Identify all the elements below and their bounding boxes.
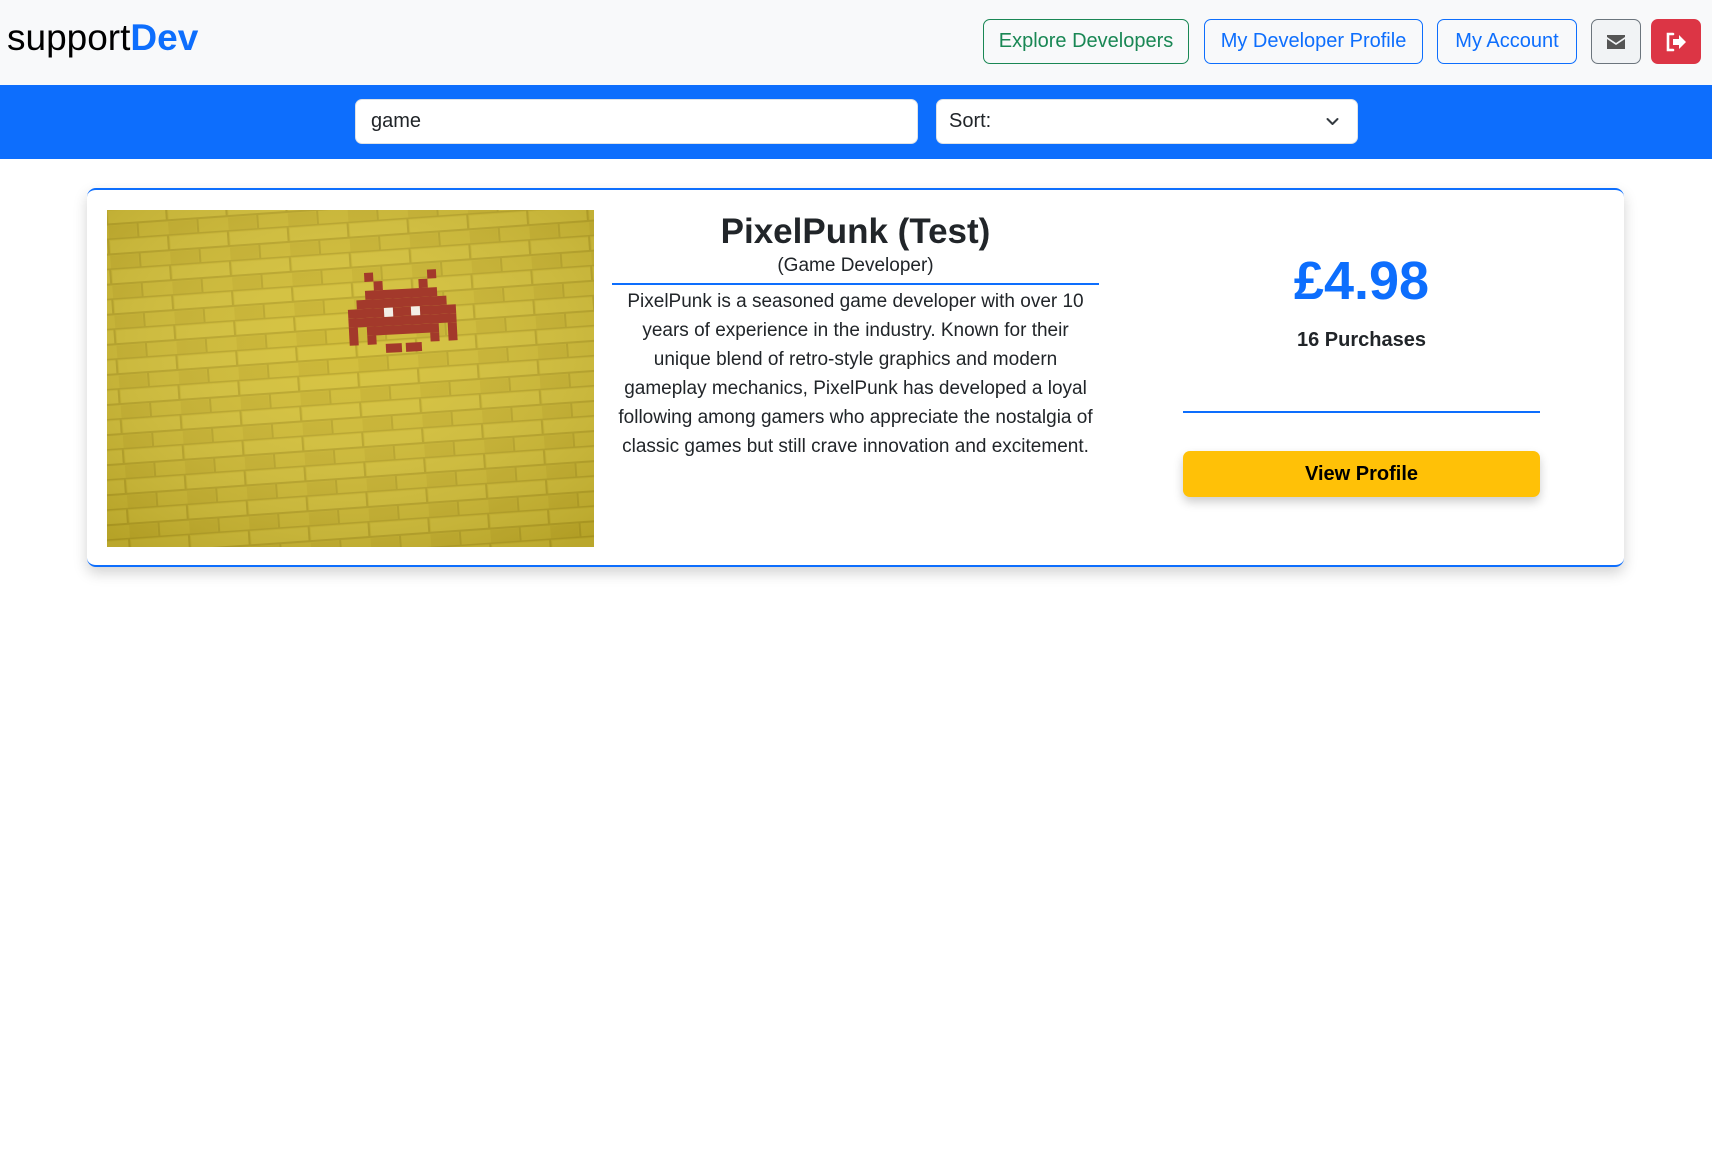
explore-developers-button[interactable]: Explore Developers — [983, 19, 1189, 64]
purchase-count: 16 Purchases — [1297, 329, 1426, 351]
sort-select[interactable]: Sort: — [936, 99, 1358, 144]
chevron-down-icon — [1326, 118, 1339, 125]
view-profile-button[interactable]: View Profile — [1183, 451, 1540, 497]
developer-name: PixelPunk (Test) — [720, 212, 991, 251]
brand-logo[interactable]: supportDev — [7, 14, 198, 62]
pricing-column: £4.98 16 Purchases View Profile — [1183, 210, 1540, 497]
logout-button[interactable] — [1651, 19, 1701, 64]
developer-image — [107, 210, 594, 547]
my-developer-profile-button[interactable]: My Developer Profile — [1204, 19, 1423, 64]
developer-info: PixelPunk (Test) (Game Developer) PixelP… — [612, 210, 1099, 461]
search-input[interactable] — [355, 99, 918, 144]
price-label: £4.98 — [1293, 251, 1430, 311]
developer-role: (Game Developer) — [612, 254, 1099, 285]
messages-button[interactable] — [1591, 19, 1641, 64]
search-bar: Sort: — [0, 85, 1712, 159]
price-divider — [1183, 411, 1540, 413]
envelope-icon — [1607, 34, 1625, 49]
sign-out-icon — [1666, 32, 1686, 51]
my-account-button[interactable]: My Account — [1437, 19, 1577, 64]
developer-card: PixelPunk (Test) (Game Developer) PixelP… — [87, 188, 1624, 567]
developer-description: PixelPunk is a seasoned game developer w… — [618, 291, 1093, 457]
brand-prefix: support — [7, 17, 131, 58]
sort-label: Sort: — [949, 110, 992, 132]
top-navbar: supportDev Explore Developers My Develop… — [0, 0, 1712, 85]
brand-accent: Dev — [130, 17, 199, 58]
